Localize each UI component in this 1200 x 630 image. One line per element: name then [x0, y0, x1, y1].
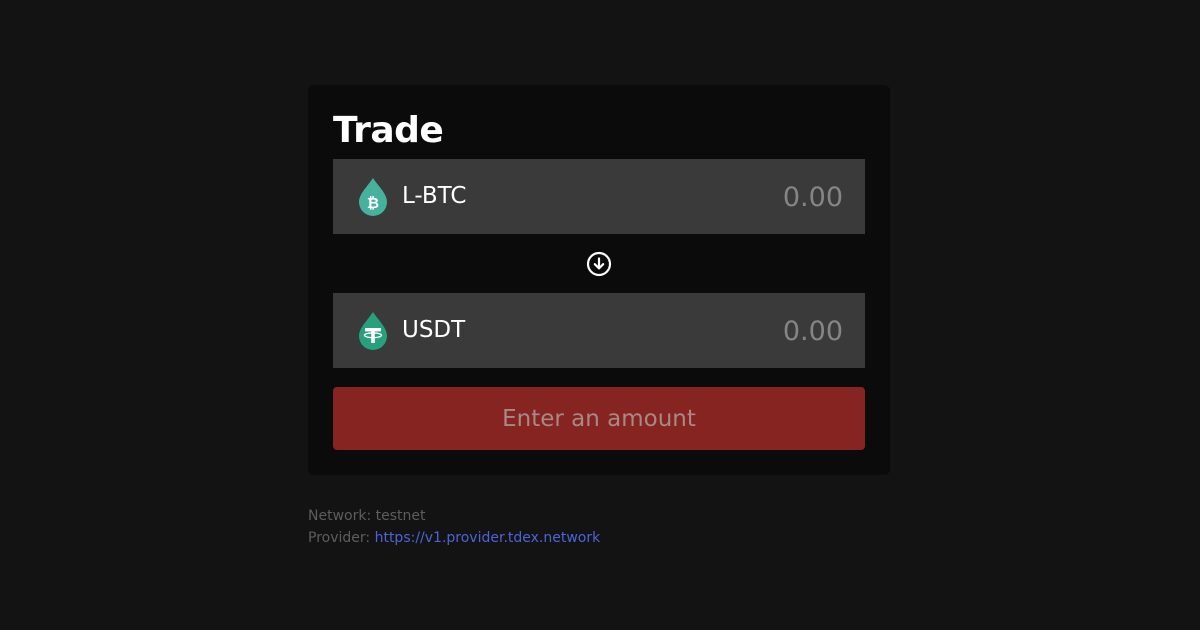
- svg-text:₿: ₿: [367, 194, 379, 212]
- provider-line: Provider: https://v1.provider.tdex.netwo…: [308, 527, 600, 549]
- submit-trade-button[interactable]: Enter an amount: [333, 387, 865, 450]
- arrow-down-circle-icon[interactable]: [586, 251, 612, 277]
- tether-icon[interactable]: [356, 311, 390, 351]
- provider-link[interactable]: https://v1.provider.tdex.network: [375, 530, 601, 546]
- footer-info: Network: testnet Provider: https://v1.pr…: [308, 505, 600, 549]
- network-label: Network:: [308, 508, 372, 524]
- network-value: testnet: [375, 508, 426, 524]
- to-amount-input[interactable]: [643, 311, 843, 351]
- from-asset-row: ₿ L-BTC: [333, 159, 865, 234]
- trade-card: Trade ₿ L-BTC USDT Enter an amount: [308, 85, 890, 475]
- network-line: Network: testnet: [308, 505, 600, 527]
- to-asset-row: USDT: [333, 293, 865, 368]
- page-title: Trade: [333, 110, 444, 151]
- provider-label: Provider:: [308, 530, 371, 546]
- from-asset-name[interactable]: L-BTC: [402, 159, 466, 234]
- from-amount-input[interactable]: [643, 177, 843, 217]
- liquid-bitcoin-icon[interactable]: ₿: [356, 177, 390, 217]
- to-asset-name[interactable]: USDT: [402, 293, 465, 368]
